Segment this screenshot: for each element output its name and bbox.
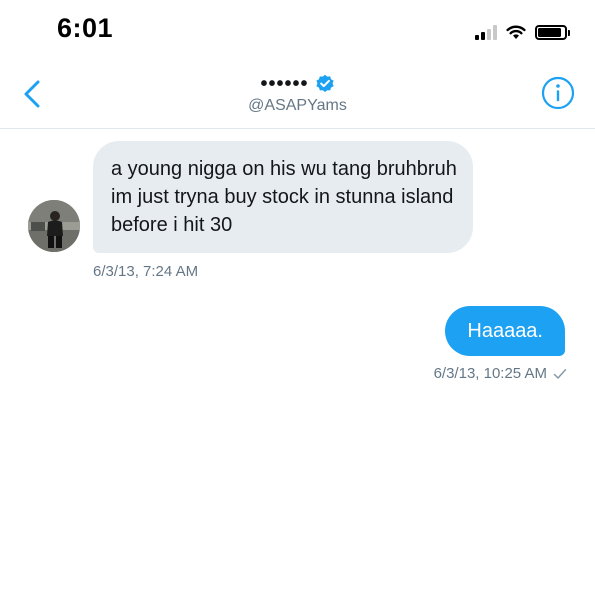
status-time: 6:01	[57, 13, 114, 43]
sent-message-timestamp: 6/3/13, 10:25 AM	[433, 365, 547, 382]
avatar-photo	[28, 200, 80, 252]
conversation-header: •••••• @ASAPYams	[0, 62, 595, 129]
info-icon[interactable]	[541, 76, 575, 110]
received-message-bubble[interactable]: a young nigga on his wu tang bruhbruh im…	[93, 141, 473, 253]
cellular-signal-icon	[475, 24, 497, 40]
status-bar: 6:01	[0, 0, 595, 62]
wifi-icon	[506, 25, 526, 39]
user-handle: @ASAPYams	[248, 97, 347, 114]
status-icons	[475, 21, 570, 43]
received-message-timestamp: 6/3/13, 7:24 AM	[93, 263, 199, 280]
read-check-icon	[553, 368, 567, 379]
sender-avatar[interactable]	[28, 200, 80, 252]
verified-badge-icon	[315, 74, 334, 92]
display-name: ••••••	[260, 73, 309, 95]
conversation-title[interactable]: •••••• @ASAPYams	[0, 74, 595, 115]
sent-message-bubble[interactable]: Haaaaa.	[445, 306, 565, 356]
battery-icon	[535, 24, 570, 40]
sent-message-meta: 6/3/13, 10:25 AM	[434, 365, 567, 382]
